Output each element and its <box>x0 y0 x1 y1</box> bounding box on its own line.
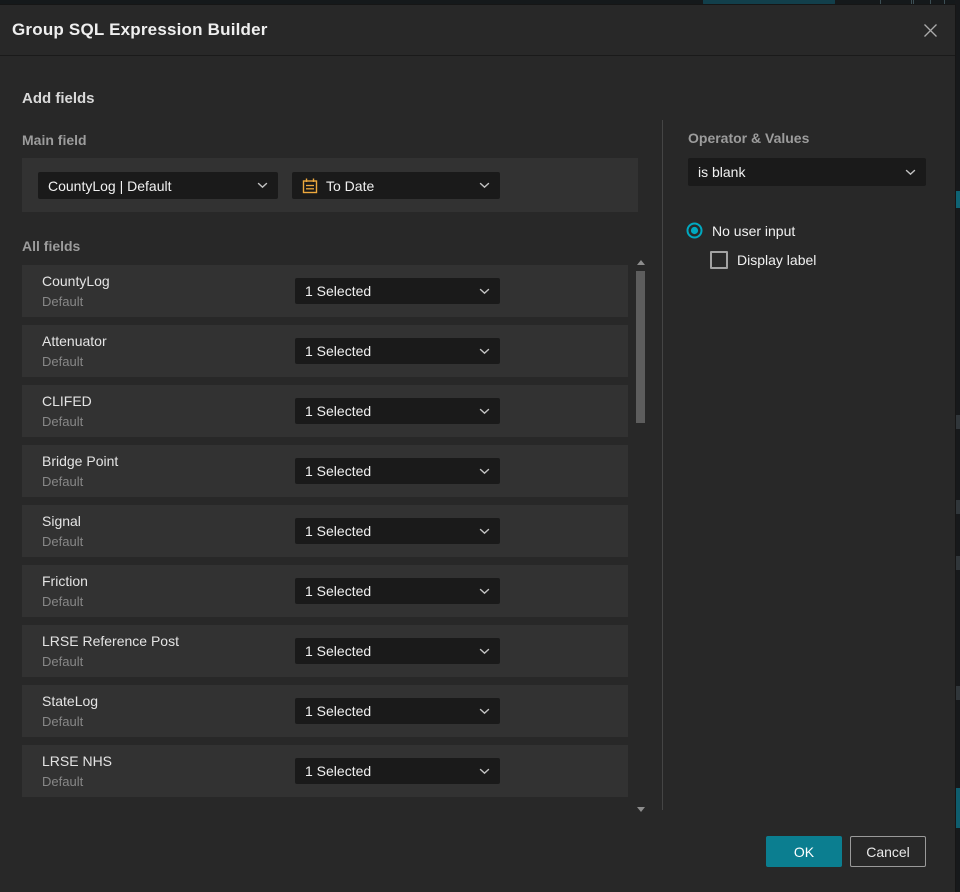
main-field-dropdown-value: CountyLog | Default <box>48 177 172 194</box>
date-field-dropdown[interactable]: To Date <box>292 172 500 199</box>
field-layer-name: Default <box>42 354 84 369</box>
field-selected-dropdown[interactable]: 1 Selected <box>295 578 500 604</box>
checkbox-empty-icon <box>710 251 728 269</box>
background-fragment <box>955 556 960 570</box>
chevron-down-icon <box>479 348 490 355</box>
field-selected-value: 1 Selected <box>305 283 372 299</box>
field-row: CLIFED Default 1 Selected <box>22 385 628 437</box>
field-row: LRSE NHS Default 1 Selected <box>22 745 628 797</box>
field-layer-name: Default <box>42 714 84 729</box>
field-selected-dropdown[interactable]: 1 Selected <box>295 638 500 664</box>
field-selected-dropdown[interactable]: 1 Selected <box>295 518 500 544</box>
field-name: Friction <box>42 573 88 589</box>
radio-selected-icon <box>686 222 703 239</box>
dialog-titlebar: Group SQL Expression Builder <box>0 5 955 56</box>
all-fields-label: All fields <box>22 238 81 254</box>
field-name: Bridge Point <box>42 453 119 469</box>
field-layer-name: Default <box>42 294 84 309</box>
field-selected-value: 1 Selected <box>305 763 372 779</box>
chevron-down-icon <box>479 182 490 189</box>
field-row: LRSE Reference Post Default 1 Selected <box>22 625 628 677</box>
chevron-down-icon <box>479 648 490 655</box>
fields-list-scrollbar[interactable] <box>635 258 647 814</box>
field-selected-dropdown[interactable]: 1 Selected <box>295 398 500 424</box>
close-icon[interactable] <box>918 18 942 42</box>
field-layer-name: Default <box>42 414 84 429</box>
chevron-down-icon <box>479 468 490 475</box>
all-fields-list: CountyLog Default 1 Selected Attenuator … <box>22 265 628 805</box>
dialog-title: Group SQL Expression Builder <box>12 20 268 39</box>
field-row: StateLog Default 1 Selected <box>22 685 628 737</box>
no-user-input-label: No user input <box>712 222 796 239</box>
field-layer-name: Default <box>42 534 84 549</box>
background-edge <box>955 0 960 892</box>
chevron-down-icon <box>905 169 916 176</box>
chevron-down-icon <box>479 408 490 415</box>
field-layer-name: Default <box>42 474 84 489</box>
main-field-dropdown[interactable]: CountyLog | Default <box>38 172 278 199</box>
field-selected-value: 1 Selected <box>305 343 372 359</box>
chevron-down-icon <box>479 768 490 775</box>
field-row: CountyLog Default 1 Selected <box>22 265 628 317</box>
field-name: Signal <box>42 513 81 529</box>
main-field-label: Main field <box>22 132 87 148</box>
scrollbar-thumb[interactable] <box>636 271 645 423</box>
field-selected-value: 1 Selected <box>305 583 372 599</box>
add-fields-heading: Add fields <box>22 90 95 107</box>
panel-divider <box>662 120 663 810</box>
field-name: CountyLog <box>42 273 110 289</box>
field-row: Signal Default 1 Selected <box>22 505 628 557</box>
date-field-dropdown-value: To Date <box>326 177 375 194</box>
main-field-panel: CountyLog | Default To Date <box>22 158 638 212</box>
field-selected-value: 1 Selected <box>305 643 372 659</box>
field-selected-value: 1 Selected <box>305 403 372 419</box>
cancel-button[interactable]: Cancel <box>850 836 926 867</box>
chevron-down-icon <box>479 708 490 715</box>
field-selected-value: 1 Selected <box>305 703 372 719</box>
chevron-down-icon <box>479 528 490 535</box>
calendar-icon <box>302 178 318 194</box>
group-sql-expression-builder-dialog: Group SQL Expression Builder Add fields … <box>0 5 955 892</box>
background-fragment <box>955 415 960 429</box>
field-selected-value: 1 Selected <box>305 463 372 479</box>
field-selected-value: 1 Selected <box>305 523 372 539</box>
background-fragment <box>955 191 960 208</box>
field-layer-name: Default <box>42 774 84 789</box>
field-row: Attenuator Default 1 Selected <box>22 325 628 377</box>
display-label-checkbox[interactable]: Display label <box>710 251 816 269</box>
field-name: LRSE NHS <box>42 753 113 769</box>
field-name: StateLog <box>42 693 99 709</box>
field-layer-name: Default <box>42 654 84 669</box>
scroll-down-arrow-icon[interactable] <box>637 807 645 812</box>
field-name: Attenuator <box>42 333 107 349</box>
no-user-input-radio[interactable]: No user input <box>686 222 795 239</box>
field-layer-name: Default <box>42 594 84 609</box>
background-fragment <box>955 500 960 514</box>
chevron-down-icon <box>257 182 268 189</box>
operator-values-label: Operator & Values <box>688 130 810 146</box>
operator-dropdown-value: is blank <box>698 164 746 180</box>
chevron-down-icon <box>479 288 490 295</box>
live-view-label: Live view <box>751 0 800 1</box>
chevron-down-icon <box>479 588 490 595</box>
field-selected-dropdown[interactable]: 1 Selected <box>295 698 500 724</box>
field-selected-dropdown[interactable]: 1 Selected <box>295 758 500 784</box>
scroll-up-arrow-icon[interactable] <box>637 260 645 265</box>
operator-dropdown[interactable]: is blank <box>688 158 926 186</box>
ok-button[interactable]: OK <box>766 836 842 867</box>
field-selected-dropdown[interactable]: 1 Selected <box>295 278 500 304</box>
field-selected-dropdown[interactable]: 1 Selected <box>295 338 500 364</box>
field-selected-dropdown[interactable]: 1 Selected <box>295 458 500 484</box>
display-label-label: Display label <box>737 252 817 268</box>
field-name: CLIFED <box>42 393 92 409</box>
field-row: Bridge Point Default 1 Selected <box>22 445 628 497</box>
field-name: LRSE Reference Post <box>42 633 179 649</box>
field-row: Friction Default 1 Selected <box>22 565 628 617</box>
background-fragment <box>955 788 960 828</box>
background-fragment <box>955 686 960 700</box>
